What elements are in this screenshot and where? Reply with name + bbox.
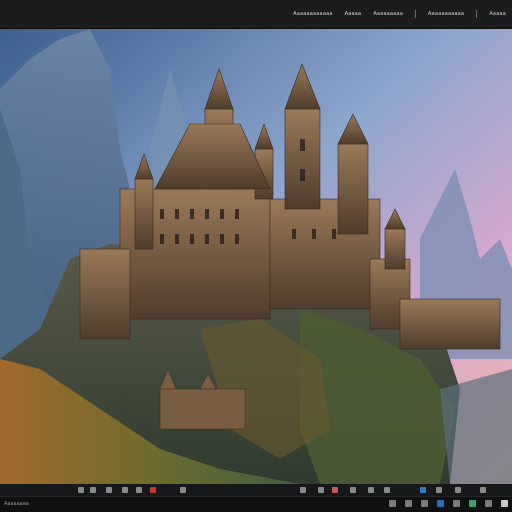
menu-divider bbox=[476, 10, 478, 18]
tray-icon[interactable] bbox=[453, 500, 460, 507]
viewer-toolbar bbox=[0, 484, 512, 496]
tray-icon[interactable] bbox=[405, 500, 412, 507]
tool-icon[interactable] bbox=[384, 487, 390, 493]
tool-icon[interactable] bbox=[318, 487, 324, 493]
tray-icon[interactable] bbox=[389, 500, 396, 507]
taskbar-label: Aaaaaaaa bbox=[4, 501, 29, 507]
tool-icon[interactable] bbox=[90, 487, 96, 493]
tool-icon[interactable] bbox=[106, 487, 112, 493]
tool-icon[interactable] bbox=[420, 487, 426, 493]
tool-icon[interactable] bbox=[180, 487, 186, 493]
tray-icon[interactable] bbox=[437, 500, 444, 507]
tool-icon[interactable] bbox=[480, 487, 486, 493]
menu-item-2[interactable]: Aaaaa bbox=[345, 11, 362, 17]
tool-icon[interactable] bbox=[150, 487, 156, 493]
menu-item-1[interactable]: Aaaaaaaaaaaa bbox=[293, 11, 333, 17]
tool-icon[interactable] bbox=[368, 487, 374, 493]
tray-icon[interactable] bbox=[485, 500, 492, 507]
image-viewport[interactable] bbox=[0, 29, 512, 484]
tray-icon[interactable] bbox=[501, 500, 508, 507]
tool-icon[interactable] bbox=[300, 487, 306, 493]
menu-divider bbox=[415, 10, 417, 18]
taskbar: Aaaaaaaa bbox=[0, 496, 512, 512]
castle-image bbox=[0, 29, 512, 484]
menu-item-4[interactable]: Aaaaaaaaaaa bbox=[428, 11, 464, 17]
top-bar: Aaaaaaaaaaaa Aaaaa Aaaaaaaaa Aaaaaaaaaaa… bbox=[0, 0, 512, 29]
tray-icon[interactable] bbox=[469, 500, 476, 507]
menu-item-5[interactable]: Aaaaa bbox=[489, 11, 506, 17]
tray-icon[interactable] bbox=[421, 500, 428, 507]
tool-icon[interactable] bbox=[122, 487, 128, 493]
tool-icon[interactable] bbox=[455, 487, 461, 493]
top-menu: Aaaaaaaaaaaa Aaaaa Aaaaaaaaa Aaaaaaaaaaa… bbox=[293, 0, 512, 28]
tool-icon[interactable] bbox=[136, 487, 142, 493]
tool-icon[interactable] bbox=[350, 487, 356, 493]
system-tray bbox=[389, 500, 508, 507]
tool-icon[interactable] bbox=[332, 487, 338, 493]
tool-icon[interactable] bbox=[436, 487, 442, 493]
menu-item-3[interactable]: Aaaaaaaaa bbox=[373, 11, 403, 17]
screen: Aaaaaaaaaaaa Aaaaa Aaaaaaaaa Aaaaaaaaaaa… bbox=[0, 0, 512, 512]
tool-icon[interactable] bbox=[78, 487, 84, 493]
